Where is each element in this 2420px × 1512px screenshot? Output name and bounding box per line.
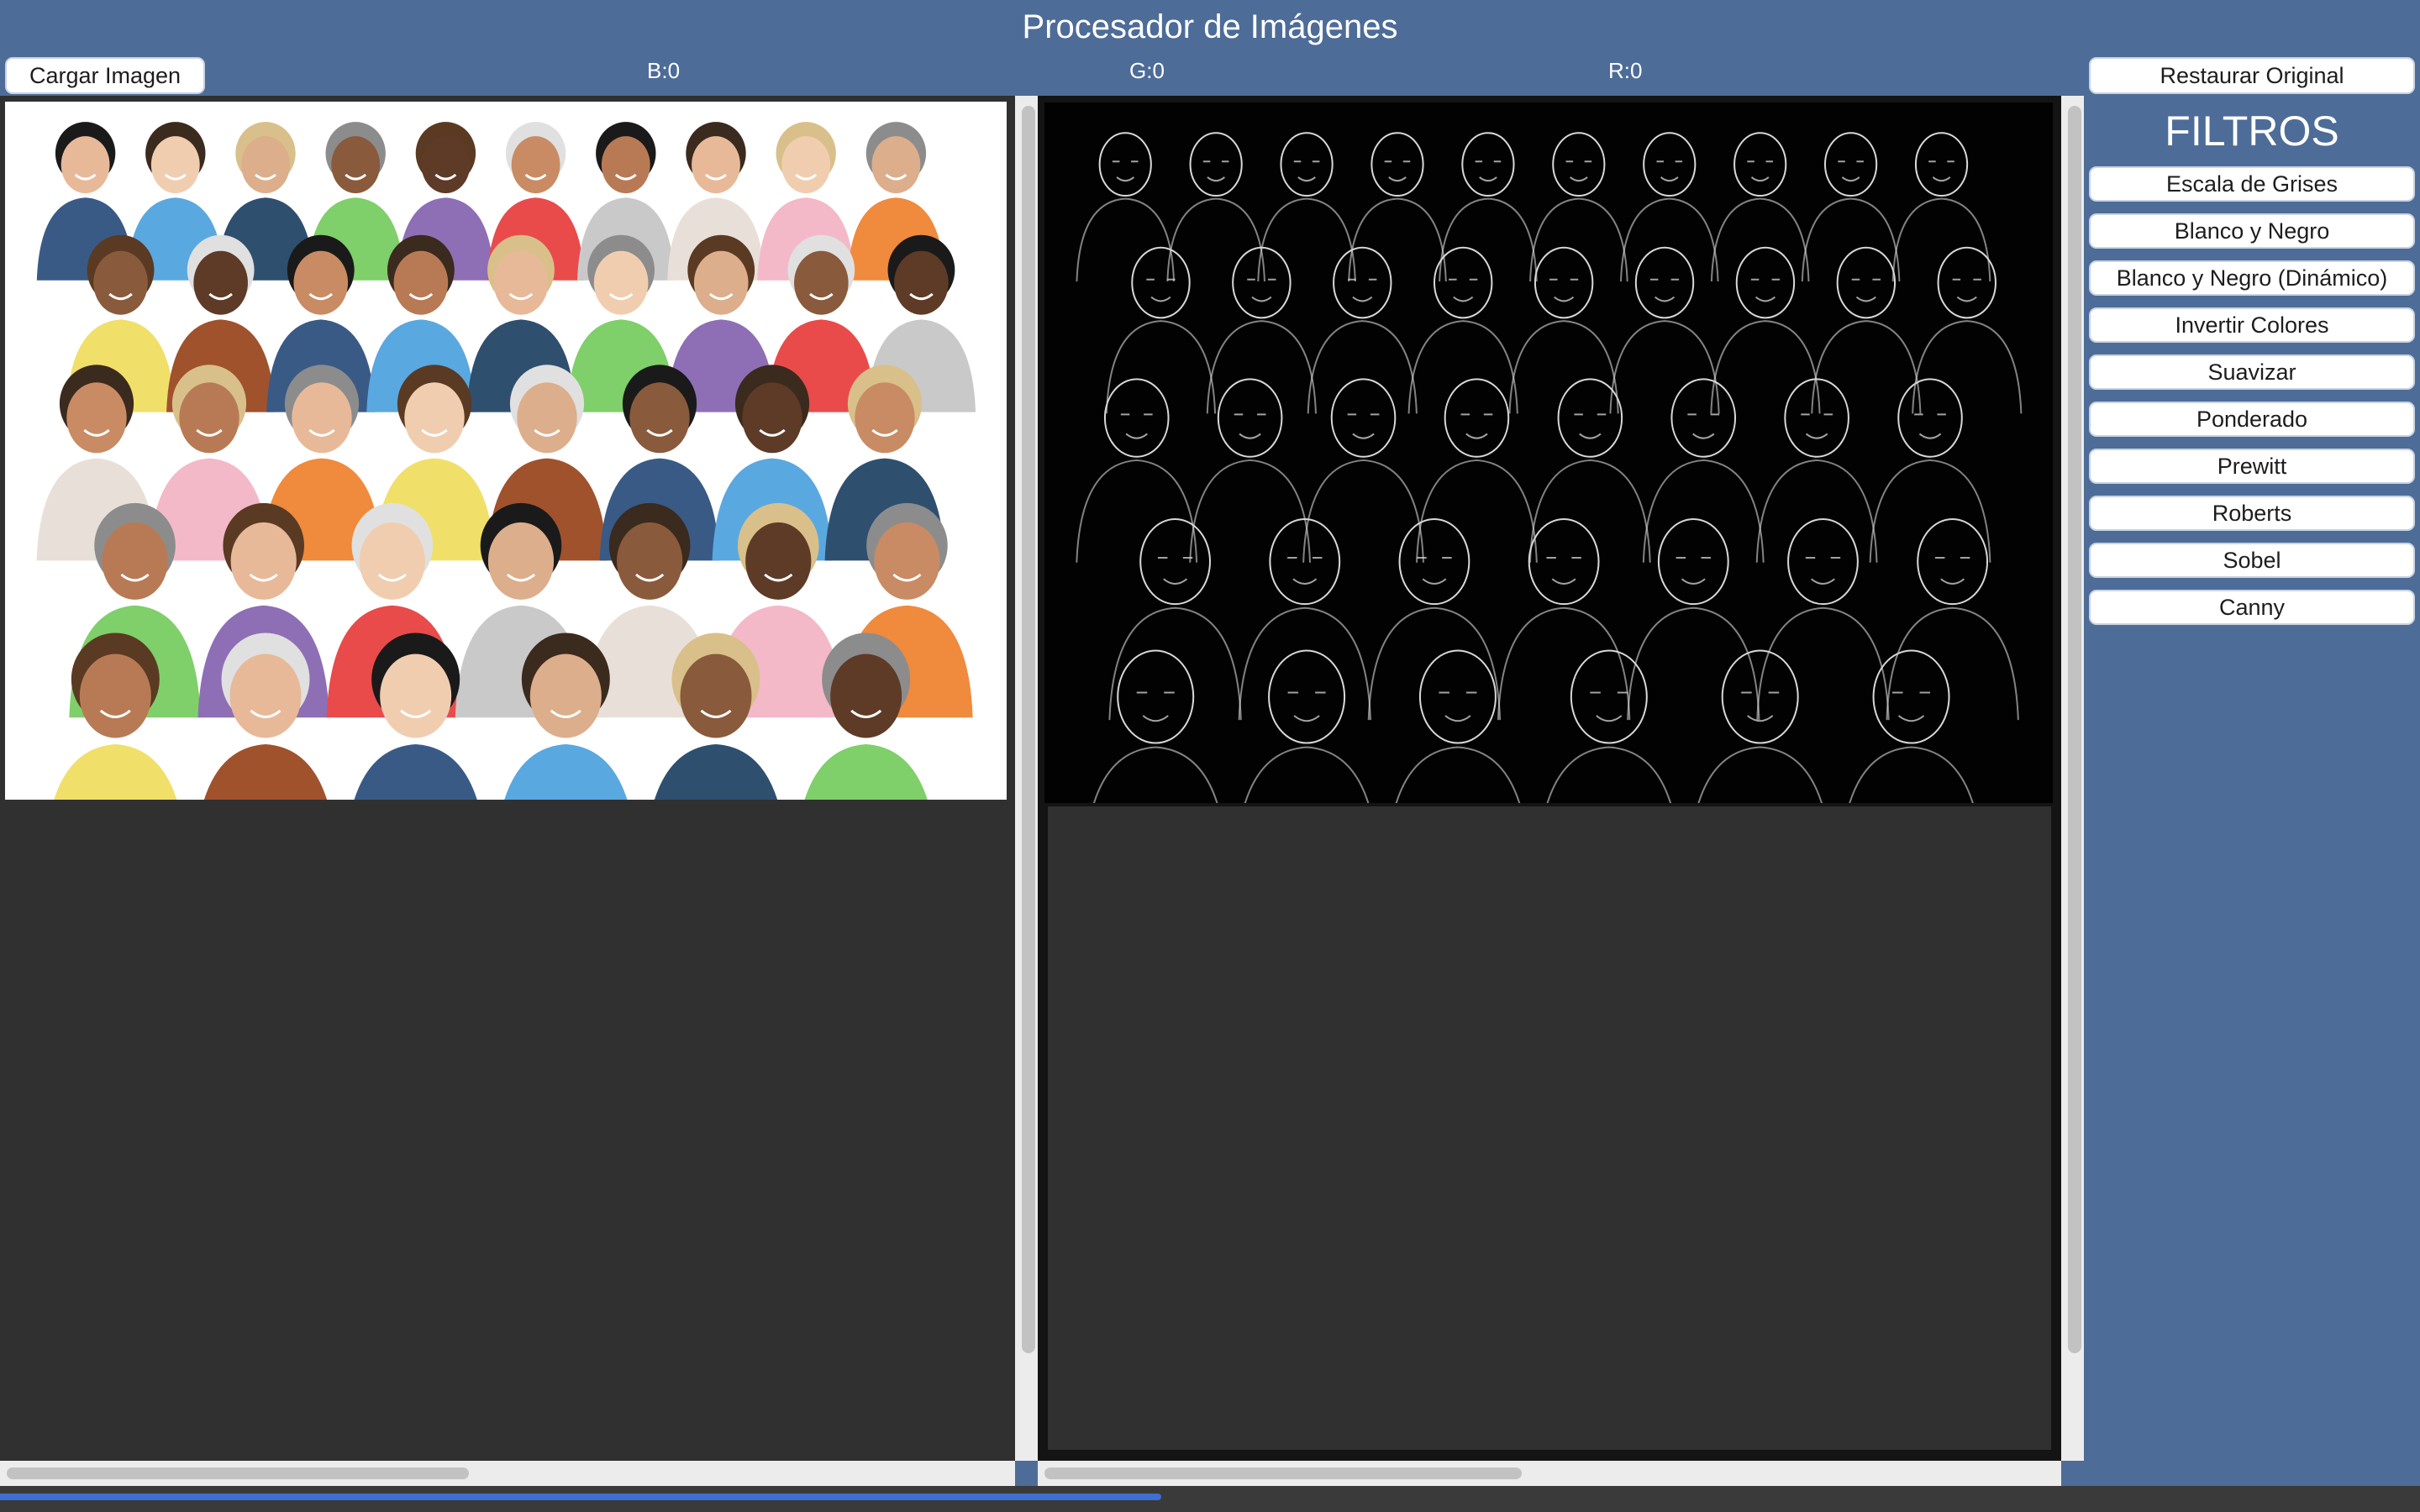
person-face — [487, 522, 555, 600]
load-image-button[interactable]: Cargar Imagen — [5, 57, 205, 94]
person-face — [230, 522, 297, 600]
person-face — [102, 522, 168, 600]
person-face — [193, 250, 248, 315]
original-image — [5, 102, 1007, 800]
app-title: Procesador de Imágenes — [1022, 8, 1398, 45]
processed-image-empty-area — [1048, 806, 2051, 1450]
person-face — [150, 136, 200, 194]
filter-button-roberts[interactable]: Roberts — [2089, 496, 2415, 531]
right-horizontal-scroll-thumb[interactable] — [1044, 1467, 1522, 1479]
person-face — [517, 382, 577, 454]
status-bar — [0, 1486, 2420, 1512]
person-face — [693, 250, 749, 315]
filter-button-blanco-y-negro[interactable]: Blanco y Negro — [2089, 213, 2415, 249]
person-face — [404, 382, 465, 454]
person-face — [79, 654, 151, 738]
person-face — [593, 250, 649, 315]
person-face — [293, 250, 349, 315]
person-face — [179, 382, 239, 454]
person-face — [894, 250, 949, 315]
channel-r-readout: R:0 — [1608, 58, 1643, 83]
person-face — [529, 654, 602, 738]
filter-button-sobel[interactable]: Sobel — [2089, 543, 2415, 578]
filter-button-blanco-y-negro-dinámico[interactable]: Blanco y Negro (Dinámico) — [2089, 260, 2415, 296]
filter-button-suavizar[interactable]: Suavizar — [2089, 354, 2415, 390]
left-vertical-scroll-thumb[interactable] — [1022, 106, 1035, 1353]
right-horizontal-scrollbar[interactable] — [1038, 1461, 2061, 1486]
filter-button-escala-de-grises[interactable]: Escala de Grises — [2089, 166, 2415, 202]
person-face — [93, 250, 148, 315]
person-face — [331, 136, 381, 194]
person-face — [830, 654, 902, 738]
channel-b-readout: B:0 — [647, 58, 681, 83]
person-face — [742, 382, 802, 454]
person-face — [874, 522, 940, 600]
right-vertical-scroll-thumb[interactable] — [2068, 106, 2081, 1353]
progress-bar-fill — [0, 1494, 1162, 1500]
filter-button-ponderado[interactable]: Ponderado — [2089, 402, 2415, 437]
person-face — [421, 136, 471, 194]
person-face — [692, 136, 740, 194]
person-face — [393, 250, 449, 315]
processed-image — [1044, 102, 2053, 803]
person-face — [229, 654, 302, 738]
person-face — [359, 522, 425, 600]
person-face — [794, 250, 849, 315]
filter-button-prewitt[interactable]: Prewitt — [2089, 449, 2415, 484]
person-face — [781, 136, 831, 194]
left-horizontal-scroll-thumb[interactable] — [7, 1467, 469, 1479]
filter-button-invertir-colores[interactable]: Invertir Colores — [2089, 307, 2415, 343]
person-face — [66, 382, 127, 454]
person-face — [629, 382, 690, 454]
channel-g-readout: G:0 — [1129, 58, 1165, 83]
person-face — [511, 136, 560, 194]
person-face — [60, 136, 110, 194]
person-face — [493, 250, 549, 315]
processed-image-graphic — [1044, 102, 2053, 803]
person-face — [292, 382, 352, 454]
person-face — [617, 522, 683, 600]
person-face — [855, 382, 915, 454]
person-face — [380, 654, 452, 738]
filters-title: FILTROS — [2165, 108, 2339, 155]
person-face — [601, 136, 650, 194]
processed-image-pane — [1038, 96, 2061, 1461]
original-image-pane — [0, 96, 1015, 1461]
person-face — [680, 654, 752, 738]
left-horizontal-scrollbar[interactable] — [0, 1461, 1015, 1486]
filters-sidebar — [2084, 96, 2420, 1485]
restore-original-button[interactable]: Restaurar Original — [2089, 57, 2415, 94]
person-face — [241, 136, 290, 194]
person-face — [871, 136, 921, 194]
original-image-graphic — [5, 102, 1007, 800]
filter-button-canny[interactable]: Canny — [2089, 590, 2415, 625]
person-face — [745, 522, 812, 600]
